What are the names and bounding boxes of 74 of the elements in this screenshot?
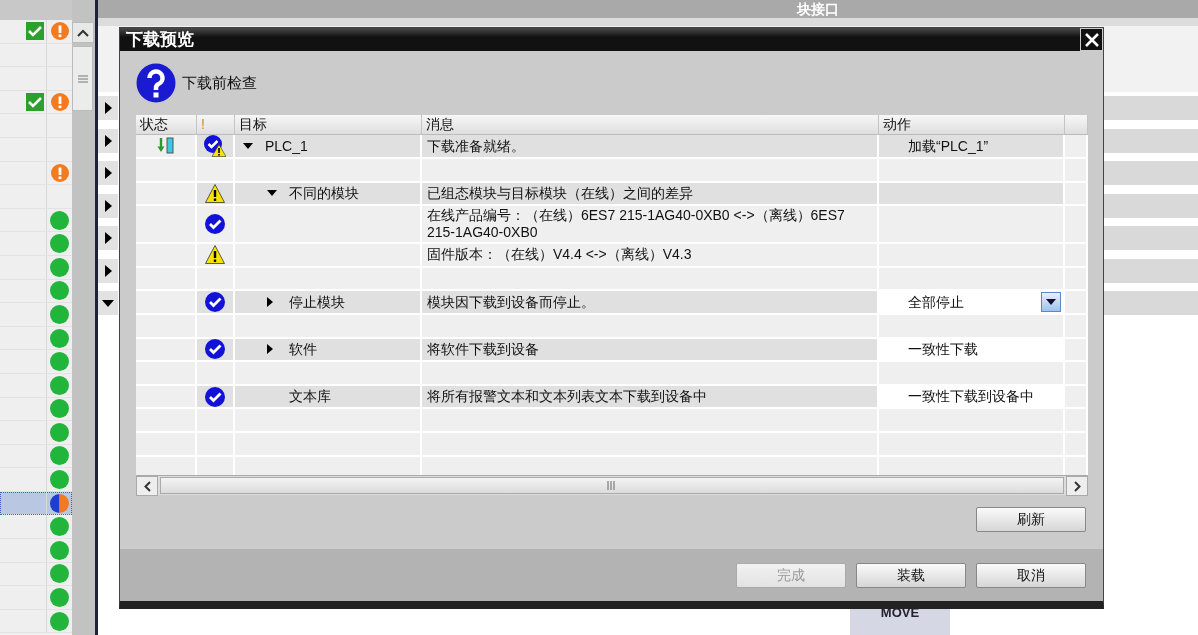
tree-item[interactable]: 停止模块 (235, 291, 422, 315)
table-cell: 将软件下载到设备 (422, 338, 879, 363)
table-cell (1065, 362, 1088, 386)
caret-down-icon[interactable] (243, 143, 253, 149)
chevron-left-icon (143, 480, 151, 492)
scroll-thumb[interactable] (160, 477, 1064, 494)
grip-icon (77, 74, 88, 83)
table-cell (1065, 206, 1088, 245)
caret-right-icon[interactable] (267, 344, 273, 355)
expand-button[interactable] (98, 193, 118, 218)
dialog-button[interactable]: 取消 (976, 562, 1086, 588)
table-cell (1065, 182, 1088, 207)
table-cell (1065, 244, 1088, 268)
section-header: 块接口 (797, 1, 839, 17)
expand-button[interactable] (98, 96, 118, 121)
caret-down-icon (1046, 299, 1056, 306)
expand-button[interactable] (98, 258, 118, 283)
close-button[interactable] (1080, 28, 1103, 51)
table-cell (1065, 267, 1088, 292)
table-cell (1065, 314, 1088, 339)
table-cell: 已组态模块与目标模块（在线）之间的差异 (422, 182, 879, 207)
table-cell (1065, 291, 1088, 315)
table-cell: 在线产品编号：（在线）6ES7 215-1AG40-0XB0 <->（离线）6ES7 215-1AG40-0XB0 (422, 206, 879, 245)
table-cell (1065, 159, 1088, 183)
expand-button[interactable] (98, 291, 118, 316)
expand-button[interactable] (98, 128, 118, 153)
table-cell (1065, 135, 1088, 159)
column-header[interactable]: 状态 (136, 115, 197, 134)
tree-item[interactable]: 不同的模块 (235, 182, 422, 207)
grip-icon (607, 481, 617, 490)
dialog-button[interactable]: 装载 (856, 562, 966, 588)
caret-right-icon[interactable] (267, 297, 273, 308)
table-cell: 下载准备就绪。 (422, 135, 879, 159)
caret-up-icon (77, 28, 89, 37)
scroll-right-button[interactable] (1066, 476, 1088, 496)
caret-right-icon (104, 199, 112, 212)
caret-down-icon[interactable] (267, 190, 277, 197)
question-icon (136, 63, 176, 103)
dialog-title: 下载预览 (126, 29, 194, 51)
chevron-right-icon (1073, 480, 1081, 492)
caret-right-icon (104, 102, 112, 115)
caret-right-icon (104, 232, 112, 245)
dropdown-button[interactable] (1041, 292, 1061, 313)
scroll-left-button[interactable] (136, 476, 158, 496)
table-cell: 加载“PLC_1” (879, 135, 1065, 159)
scroll-thumb[interactable] (72, 46, 93, 111)
table-cell (1065, 409, 1088, 433)
table-cell (136, 409, 197, 433)
action-selector[interactable]: 全部停止 (879, 291, 1065, 315)
list-row[interactable] (0, 491, 72, 516)
tree-item[interactable]: 文本库 (235, 385, 422, 410)
action-selector[interactable]: 一致性下载 (879, 338, 1065, 363)
caret-down-icon (102, 299, 114, 307)
expand-button[interactable] (98, 226, 118, 251)
table-cell: 将所有报警文本和文本列表文本下载到设备中 (422, 385, 879, 410)
action-selector[interactable]: 一致性下载到设备中 (879, 385, 1065, 410)
list-row[interactable] (0, 90, 72, 115)
caret-right-icon (104, 167, 112, 180)
tree-item[interactable]: PLC_1 (235, 135, 422, 159)
tree-item[interactable]: 软件 (235, 338, 422, 363)
close-icon (1084, 32, 1099, 47)
caret-right-icon (104, 134, 112, 147)
table-cell: 固件版本：（在线）V4.4 <->（离线）V4.3 (422, 244, 879, 268)
caret-right-icon (104, 264, 112, 277)
column-header[interactable]: 消息 (422, 115, 879, 134)
expand-button[interactable] (98, 161, 118, 186)
column-header[interactable]: 目标 (235, 115, 422, 134)
table-cell (1065, 385, 1088, 410)
refresh-button[interactable]: 刷新 (976, 507, 1086, 532)
scroll-up-button[interactable] (72, 22, 94, 43)
column-header[interactable]: 动作 (879, 115, 1065, 134)
dialog-heading: 下载前检查 (182, 72, 257, 93)
table-cell: 模块因下载到设备而停止。 (422, 291, 879, 315)
table-cell (1065, 338, 1088, 363)
